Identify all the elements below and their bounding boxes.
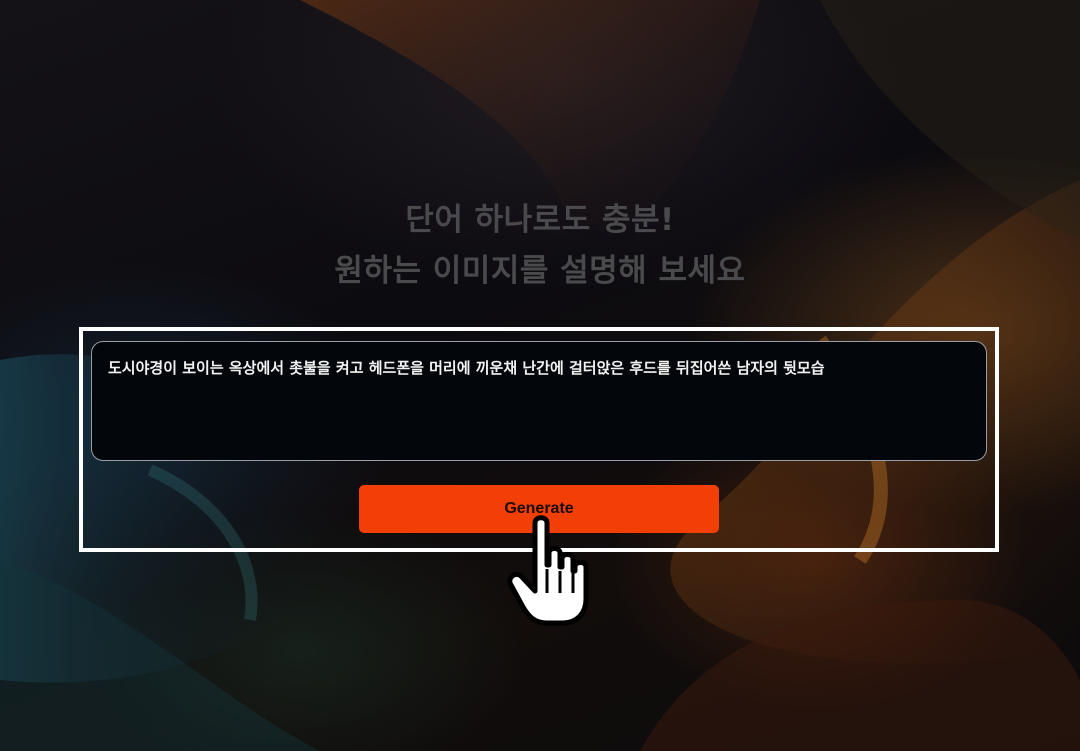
prompt-textarea[interactable]: 도시야경이 보이는 옥상에서 촛불을 켜고 헤드폰을 머리에 끼운채 난간에 걸… — [91, 341, 987, 461]
pointing-hand-cursor-icon — [507, 515, 589, 626]
headline: 단어 하나로도 충분! 원하는 이미지를 설명해 보세요 — [0, 195, 1080, 297]
headline-line-2: 원하는 이미지를 설명해 보세요 — [334, 253, 746, 289]
headline-line-1: 단어 하나로도 충분! — [405, 202, 675, 238]
hero-section: 단어 하나로도 충분! 원하는 이미지를 설명해 보세요 도시야경이 보이는 옥… — [0, 0, 1080, 751]
